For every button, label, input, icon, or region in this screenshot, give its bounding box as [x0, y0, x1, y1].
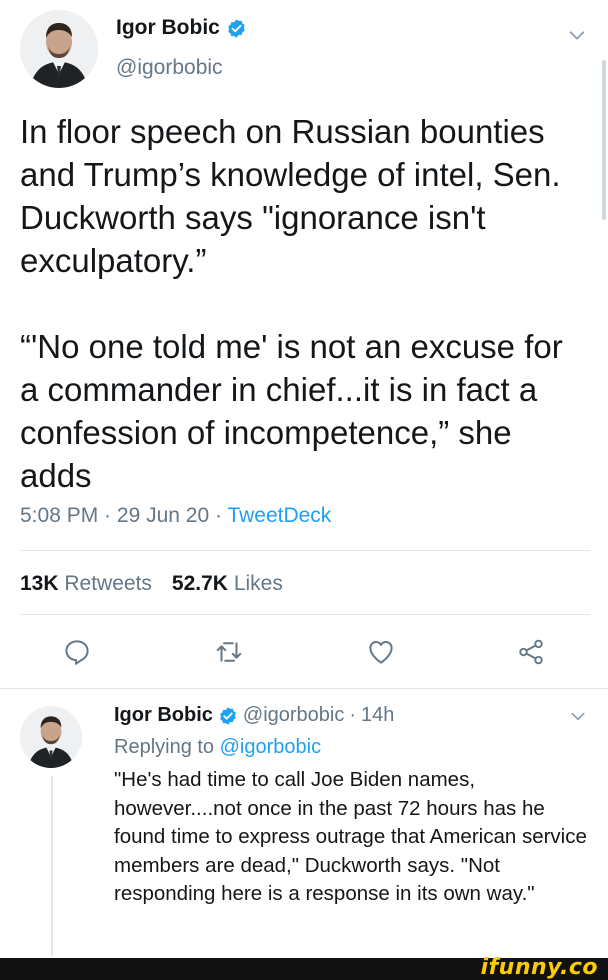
reply-author-handle[interactable]: @igorbobic — [243, 704, 344, 727]
heart-icon — [369, 641, 393, 664]
author-avatar[interactable] — [20, 10, 98, 88]
reply-text: "He's had time to call Joe Biden names, … — [114, 768, 587, 905]
author-handle[interactable]: @igorbobic — [116, 56, 223, 80]
retweet-button[interactable] — [214, 637, 244, 667]
retweets-stat[interactable]: 13K Retweets — [20, 572, 152, 596]
footer-bar: ifunny.co — [0, 955, 608, 980]
likes-count: 52.7K — [171, 572, 228, 595]
tweet-source-link[interactable]: TweetDeck — [227, 504, 331, 527]
reply-header: Igor Bobic @igorbobic · 14h — [114, 704, 394, 727]
author-name[interactable]: Igor Bobic — [116, 16, 220, 40]
like-button[interactable] — [366, 637, 396, 667]
retweets-label: Retweets — [64, 572, 152, 595]
reply-meta-separator: · — [349, 704, 357, 726]
likes-stat[interactable]: 52.7K Likes — [172, 572, 283, 596]
share-button[interactable] — [516, 637, 546, 667]
tweet-date[interactable]: 29 Jun 20 — [117, 504, 209, 527]
reply-icon — [65, 640, 89, 665]
tweet-text: In floor speech on Russian bounties and … — [20, 110, 590, 497]
reply-button[interactable] — [62, 637, 92, 667]
tweet-time[interactable]: 5:08 PM — [20, 504, 98, 527]
author-avatar-image — [20, 10, 98, 88]
author-name-row: Igor Bobic — [116, 16, 247, 40]
tweet-meta: 5:08 PM · 29 Jun 20 · TweetDeck — [20, 504, 331, 528]
reply-author-avatar[interactable] — [20, 706, 82, 768]
meta-separator: · — [98, 504, 117, 527]
section-separator — [0, 688, 608, 689]
scrollbar[interactable] — [602, 60, 606, 220]
verified-badge-icon — [228, 18, 245, 38]
verified-badge-icon — [220, 706, 236, 725]
meta-separator: · — [209, 504, 228, 527]
retweet-icon — [216, 642, 242, 662]
replying-to-handle[interactable]: @igorbobic — [220, 736, 321, 758]
reply-time[interactable]: 14h — [361, 704, 394, 727]
tweet-paragraph-1: In floor speech on Russian bounties and … — [20, 113, 561, 279]
divider — [20, 550, 590, 551]
likes-label: Likes — [233, 572, 283, 595]
ifunny-watermark: ifunny.co — [480, 955, 598, 980]
reply-avatar-image — [20, 706, 82, 768]
reply-author-name[interactable]: Igor Bobic — [114, 704, 213, 727]
share-icon — [519, 639, 543, 665]
chevron-down-icon[interactable] — [568, 706, 588, 726]
replying-to: Replying to @igorbobic — [114, 736, 321, 759]
tweet-paragraph-2: “'No one told me' is not an excuse for a… — [20, 328, 563, 494]
tweet-stats: 13K Retweets 52.7K Likes — [20, 572, 283, 596]
divider — [20, 614, 590, 615]
retweets-count: 13K — [20, 572, 59, 595]
thread-line — [51, 776, 53, 956]
replying-to-label: Replying to — [114, 736, 215, 758]
chevron-down-icon[interactable] — [566, 24, 588, 46]
